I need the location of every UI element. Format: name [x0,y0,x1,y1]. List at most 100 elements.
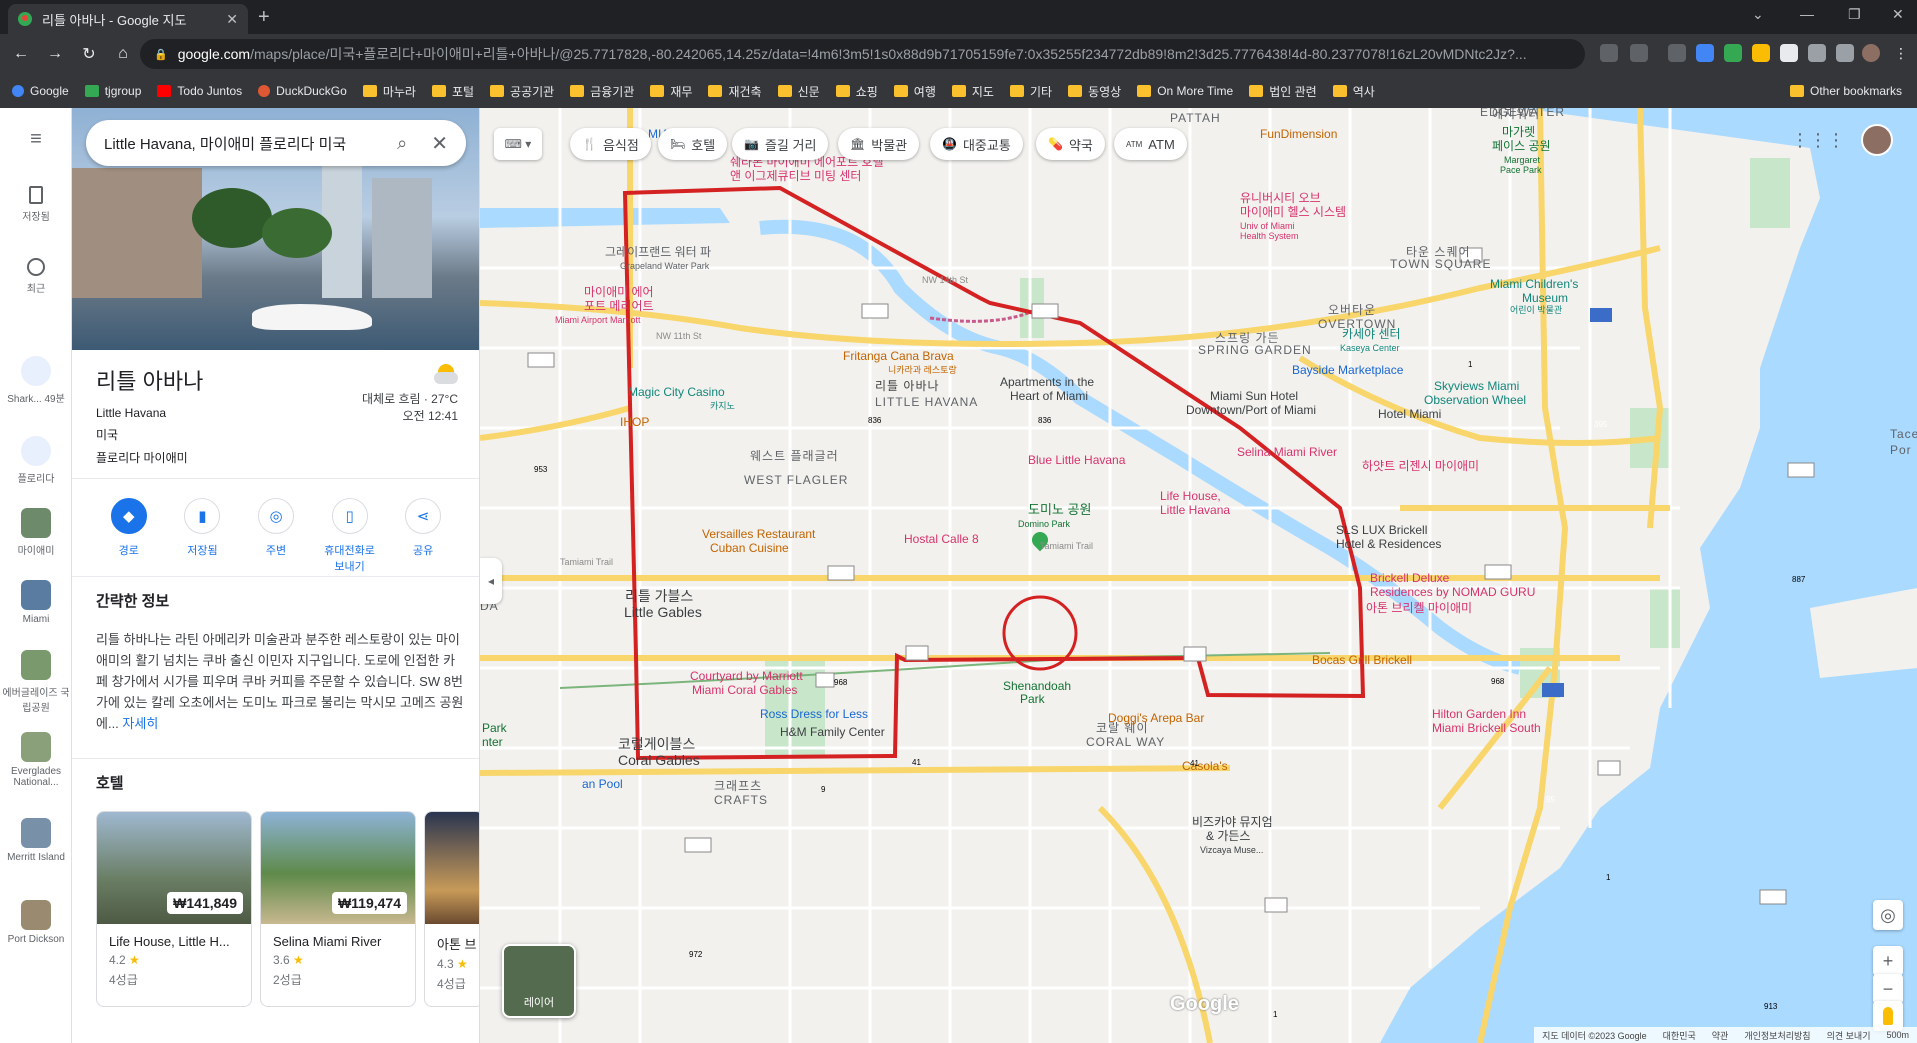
map-label-selina[interactable]: Selina Miami River [1237,446,1337,459]
my-location-button[interactable]: ◎ [1873,900,1903,930]
bookmark-folder[interactable]: 재건축 [708,83,762,100]
extensions-puzzle-icon[interactable] [1808,44,1826,62]
bookmark-duckduckgo[interactable]: DuckDuckGo [258,84,347,98]
menu-kebab-icon[interactable]: ⋮ [1892,44,1910,62]
chip-atm[interactable]: ATM ATM [1114,128,1187,160]
map-label-magic-city-casino[interactable]: Magic City Casino [628,386,725,399]
chip-transit[interactable]: 🚇 대중교통 [930,128,1023,160]
map-label-courtyard[interactable]: Courtyard by Marriott [690,670,803,683]
map-label-apartments[interactable]: Apartments in the [1000,376,1094,389]
map-label-doggis[interactable]: Doggi's Arepa Bar [1108,712,1204,725]
bookmark-folder[interactable]: 공공기관 [490,83,554,100]
back-icon[interactable]: ← [8,45,34,63]
map-label-bocas[interactable]: Bocas Grill Brickell [1312,654,1412,667]
chip-pharmacies[interactable]: 💊 약국 [1036,128,1105,160]
rail-item-shark[interactable]: Shark... 49분 [0,356,72,405]
chip-things-to-do[interactable]: 📷 즐길 거리 [732,128,829,160]
rail-item-miami-ko[interactable]: 마이애미 [0,508,72,557]
bookmark-folder[interactable]: 지도 [951,83,994,100]
bookmark-tjgroup[interactable]: tjgroup [84,84,141,98]
bookmark-folder[interactable]: 쇼핑 [835,83,878,100]
map-label-blue-little-havana[interactable]: Blue Little Havana [1028,454,1125,467]
map-label-miami-sun-hotel[interactable]: Miami Sun Hotel [1210,390,1298,403]
rail-item-port-dickson[interactable]: Port Dickson [0,900,72,945]
layers-button[interactable]: 레이어 [502,944,576,1018]
map-label-hyatt[interactable]: 하얏트 리젠시 마이애미 [1362,460,1479,473]
forward-icon[interactable]: → [42,45,68,63]
bookmark-star-icon[interactable] [1630,44,1648,62]
map-label-aton[interactable]: 아톤 브리켈 마이애미 [1366,602,1472,615]
bookmark-folder[interactable]: 법인 관련 [1249,83,1317,100]
bookmark-folder[interactable]: 동영상 [1068,83,1121,100]
profile-avatar[interactable] [1862,44,1880,62]
tab-search-icon[interactable]: ⌄ [1752,6,1764,23]
map-label-hostal-calle-8[interactable]: Hostal Calle 8 [904,533,979,546]
browser-tab[interactable]: 리틀 아바나 - Google 지도 ✕ [8,4,248,34]
directions-button[interactable]: ◆ 경로 [99,488,159,578]
chip-restaurants[interactable]: 🍴 음식점 [570,128,651,160]
attribution-country[interactable]: 대한민국 [1663,1029,1696,1042]
bolt-extension-icon[interactable] [1752,44,1770,62]
map-label-grapeland[interactable]: 그레이프랜드 워터 파 [605,246,711,259]
bookmark-folder[interactable]: 여행 [893,83,936,100]
bookmark-folder[interactable]: On More Time [1137,84,1233,98]
reload-icon[interactable]: ↻ [76,44,102,64]
bookmark-todo-juntos[interactable]: Todo Juntos [157,84,242,98]
map-label-margaret-pace[interactable]: 마가렛 [1502,126,1535,139]
share-icon[interactable] [1600,44,1618,62]
map-label-ihop[interactable]: IHOP [620,416,649,429]
attribution-feedback[interactable]: 의견 보내기 [1827,1029,1871,1042]
bookmark-folder[interactable]: 역사 [1332,83,1375,100]
other-bookmarks[interactable]: Other bookmarks [1790,84,1902,98]
search-box[interactable]: Little Havana, 마이애미 플로리다 미국 ⌕ ✕ [86,120,466,166]
restore-icon[interactable]: ❐ [1848,6,1861,23]
rail-item-recent[interactable]: 최근 [0,258,72,295]
chip-museums[interactable]: 🏛 박물관 [838,128,920,160]
side-panel-icon[interactable] [1836,44,1854,62]
map-label-hilton[interactable]: Hilton Garden Inn [1432,708,1526,721]
home-icon[interactable]: ⌂ [110,45,136,63]
share-button[interactable]: ⋖ 공유 [393,488,453,578]
green-extension-icon[interactable] [1724,44,1742,62]
attribution-privacy[interactable]: 개인정보처리방침 [1744,1029,1810,1042]
address-bar[interactable]: 🔒 google.com/maps/place/미국+플로리다+마이애미+리틀+… [140,39,1585,69]
close-icon[interactable]: ✕ [431,131,448,156]
translate-extension-icon[interactable] [1696,44,1714,62]
map-label-casolas[interactable]: Casola's [1182,760,1228,773]
map-label-brickell-deluxe[interactable]: Brickell Deluxe [1370,572,1449,585]
map-label-sls-lux[interactable]: SLS LUX Brickell [1336,524,1427,537]
rail-item-everglades[interactable]: Everglades National... [0,732,72,788]
bookmark-folder[interactable]: 금융기관 [570,83,634,100]
map-label-ross[interactable]: Ross Dress for Less [760,708,868,721]
map-label-fritanga[interactable]: Fritanga Cana Brava [843,350,954,363]
map-label-childrens-museum[interactable]: Miami Children's [1490,278,1578,291]
close-tab-icon[interactable]: ✕ [226,11,238,28]
menu-icon[interactable]: ≡ [0,128,72,151]
rail-item-saved[interactable]: 저장됨 [0,186,72,223]
close-window-icon[interactable]: ✕ [1892,6,1904,23]
rail-item-merritt[interactable]: Merritt Island [0,818,72,863]
bookmark-google[interactable]: Google [12,84,69,98]
map-label-vizcaya[interactable]: 비즈카야 뮤지엄 [1192,816,1273,829]
map-label-skyviews[interactable]: Skyviews Miami [1434,380,1519,393]
mail-extension-icon[interactable] [1668,44,1686,62]
new-tab-icon[interactable]: + [258,6,270,29]
map-label-airport-marriott[interactable]: 마이애미 에어 [584,286,654,299]
map-canvas[interactable]: 리틀 아바나 LITTLE HAVANA 웨스트 플래글러 WEST FLAGL… [480,108,1917,1043]
map-label-versailles[interactable]: Versailles Restaurant [702,528,815,541]
google-apps-icon[interactable]: ⋮⋮⋮ [1791,130,1845,151]
map-label-life-house[interactable]: Life House, [1160,490,1221,503]
shield-extension-icon[interactable] [1780,44,1798,62]
attribution-terms[interactable]: 약관 [1712,1029,1729,1042]
save-button[interactable]: ▮ 저장됨 [172,488,232,578]
hotel-card[interactable]: 아톤 브 4.3 ★ 4성급 [424,811,479,1007]
account-avatar[interactable] [1861,124,1893,156]
rail-item-everglades-ko[interactable]: 에버글레이즈 국립공원 [0,650,72,714]
keyboard-shortcuts-button[interactable]: ⌨ ▾ [494,128,542,160]
bookmark-folder[interactable]: 재무 [650,83,692,100]
hotel-card[interactable]: ₩119,474 Selina Miami River 3.6 ★ 2성급 [260,811,416,1007]
map-label-hm-family-center[interactable]: H&M Family Center [780,726,885,739]
rail-item-florida[interactable]: 플로리다 [0,436,72,485]
map-label-um-health[interactable]: 유니버시티 오브 [1240,192,1321,205]
bookmark-folder[interactable]: 기타 [1009,83,1052,100]
